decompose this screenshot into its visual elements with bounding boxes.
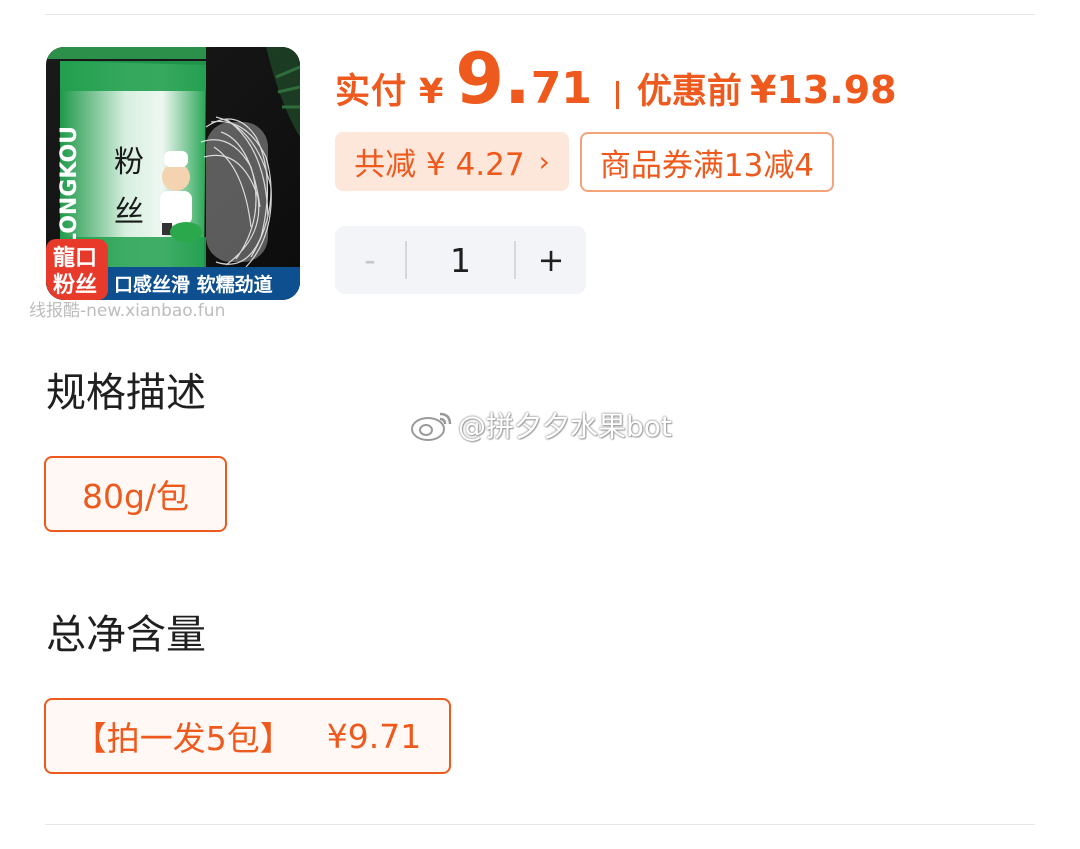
quantity-value[interactable]: 1 <box>407 241 514 280</box>
product-image[interactable]: 粉 丝 LONGKOU 龍口 粉丝 口感丝滑 软糯劲道 <box>46 47 300 300</box>
price-decimal: 71 <box>530 63 592 114</box>
weibo-watermark-text: @拼夕夕水果bot <box>458 410 672 443</box>
total-saving-text: 共减 ¥ 4.27 <box>354 147 525 183</box>
before-discount-label: 优惠前 <box>636 72 742 112</box>
spec-option-label: 80g/包 <box>81 477 190 516</box>
currency-symbol: ¥ <box>419 72 444 112</box>
increase-button[interactable]: + <box>516 226 586 294</box>
svg-text:丝: 丝 <box>114 195 144 230</box>
net-content-option[interactable]: 【拍一发5包】 ¥9.71 <box>44 698 451 774</box>
weibo-watermark: @拼夕夕水果bot <box>410 405 672 445</box>
net-content-option-label: 【拍一发5包】 <box>73 719 293 758</box>
total-saving-chip[interactable]: 共减 ¥ 4.27 › <box>335 132 569 191</box>
side-text: LONGKOU <box>57 126 82 247</box>
net-content-option-price: ¥9.71 <box>326 716 422 756</box>
spec-option[interactable]: 80g/包 <box>44 456 227 532</box>
product-photo-illustration: 粉 丝 LONGKOU 龍口 粉丝 口感丝滑 软糯劲道 <box>46 47 300 300</box>
price-integer: 9 <box>455 38 505 120</box>
quantity-stepper: - 1 + <box>335 226 586 294</box>
weibo-icon <box>411 412 452 441</box>
price-separator <box>615 81 619 109</box>
svg-text:龍口: 龍口 <box>53 245 97 271</box>
svg-text:粉丝: 粉丝 <box>53 272 97 298</box>
pack-text: 粉 <box>114 145 144 180</box>
coupon-text: 商品券满13减4 <box>599 147 815 184</box>
decrease-button[interactable]: - <box>335 226 405 294</box>
chevron-right-icon: › <box>538 145 550 178</box>
net-content-section-title: 总净含量 <box>46 612 206 658</box>
before-discount-value: ¥13.98 <box>749 68 897 112</box>
spec-section-title: 规格描述 <box>46 370 206 416</box>
bottom-divider <box>45 824 1035 825</box>
image-watermark: 线报酷-new.xianbao.fun <box>29 301 226 321</box>
pay-label: 实付 <box>335 72 408 112</box>
price-dot: . <box>504 38 531 120</box>
top-divider <box>45 14 1035 15</box>
price-row: 实付 ¥ 9 . 71 优惠前 ¥13.98 <box>335 44 897 134</box>
coupon-chip[interactable]: 商品券满13减4 <box>580 132 834 192</box>
image-banner-text: 口感丝滑 软糯劲道 <box>114 273 273 296</box>
